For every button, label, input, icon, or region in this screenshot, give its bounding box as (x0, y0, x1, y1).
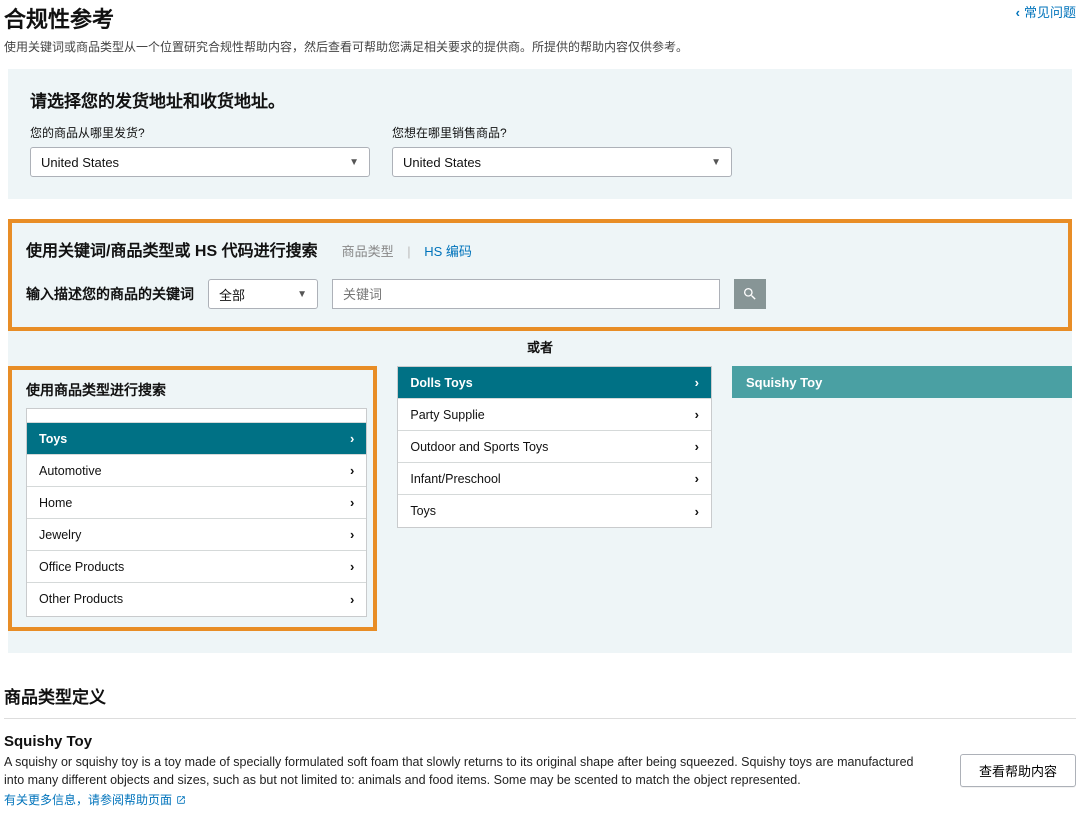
chevron-down-icon: ▼ (711, 157, 721, 168)
category-item-home[interactable]: Home › (27, 487, 366, 519)
tab-separator: | (407, 244, 410, 259)
subcategory-item-infant-preschool[interactable]: Infant/Preschool › (398, 463, 711, 495)
definitions-heading: 商品类型定义 (4, 683, 1076, 708)
more-info-link[interactable]: 有关更多信息，请参阅帮助页面 (4, 791, 186, 808)
chevron-right-icon: › (350, 559, 354, 574)
chevron-down-icon: ▼ (297, 289, 307, 300)
page-subtitle: 使用关键词或商品类型从一个位置研究合规性帮助内容，然后查看可帮助您满足相关要求的… (0, 34, 1080, 69)
subcategory-item-outdoor-sports-toys[interactable]: Outdoor and Sports Toys › (398, 431, 711, 463)
subcategory-label: Dolls Toys (410, 376, 472, 390)
location-panel: 请选择您的发货地址和收货地址。 您的商品从哪里发货? United States… (8, 69, 1072, 199)
ship-from-select[interactable]: United States ▼ (30, 147, 370, 177)
ship-from-value: United States (41, 155, 119, 170)
category-label: Home (39, 496, 72, 510)
sell-where-value: United States (403, 155, 481, 170)
chevron-right-icon: › (350, 527, 354, 542)
subcategory-label: Party Supplie (410, 408, 484, 422)
chevron-right-icon: › (350, 431, 354, 446)
selection-panel: Squishy Toy (732, 366, 1072, 631)
chevron-right-icon: › (350, 495, 354, 510)
category-label: Office Products (39, 560, 124, 574)
page-title: 合规性参考 (4, 2, 114, 34)
category-browse-box: 使用商品类型进行搜索 Toys › Automotive › Home › Je… (8, 366, 377, 631)
chevron-right-icon: › (695, 504, 699, 519)
tab-product-type[interactable]: 商品类型 (342, 244, 394, 259)
keyword-scope-value: 全部 (219, 285, 245, 304)
chevron-right-icon: › (695, 439, 699, 454)
search-icon (742, 286, 758, 302)
chevron-down-icon: ▼ (349, 157, 359, 168)
subcategory-item-toys[interactable]: Toys › (398, 495, 711, 527)
category-label: Automotive (39, 464, 102, 478)
subcategory-item-party-supplie[interactable]: Party Supplie › (398, 399, 711, 431)
view-help-button[interactable]: 查看帮助内容 (960, 754, 1076, 787)
category-list[interactable]: Toys › Automotive › Home › Jewelry › Off… (26, 408, 367, 617)
category-item-office-products[interactable]: Office Products › (27, 551, 366, 583)
tab-hs-code[interactable]: HS 编码 (424, 244, 472, 259)
subcategory-item-dolls-toys[interactable]: Dolls Toys › (398, 367, 711, 399)
ship-from-label: 您的商品从哪里发货? (30, 124, 370, 141)
keyword-input[interactable] (332, 279, 720, 309)
definitions-section: 商品类型定义 Squishy Toy A squishy or squishy … (0, 653, 1080, 820)
more-info-text: 有关更多信息，请参阅帮助页面 (4, 791, 172, 808)
search-heading: 使用关键词/商品类型或 HS 代码进行搜索 (26, 237, 318, 261)
external-link-icon (176, 795, 186, 805)
browse-heading: 使用商品类型进行搜索 (26, 380, 367, 400)
search-button[interactable] (734, 279, 766, 309)
category-item[interactable] (27, 409, 366, 423)
subcategory-panel: Dolls Toys › Party Supplie › Outdoor and… (397, 366, 712, 631)
chevron-right-icon: › (350, 463, 354, 478)
category-item-jewelry[interactable]: Jewelry › (27, 519, 366, 551)
subcategory-list: Dolls Toys › Party Supplie › Outdoor and… (397, 366, 712, 528)
subcategory-label: Toys (410, 504, 436, 518)
or-label: 或者 (8, 331, 1072, 366)
category-item-toys[interactable]: Toys › (27, 423, 366, 455)
faq-link[interactable]: 常见问题 (1016, 2, 1076, 21)
category-label: Toys (39, 432, 67, 446)
definition-body: A squishy or squishy toy is a toy made o… (4, 754, 930, 789)
keyword-search-box: 使用关键词/商品类型或 HS 代码进行搜索 商品类型 | HS 编码 输入描述您… (8, 219, 1072, 331)
keyword-row-label: 输入描述您的商品的关键词 (26, 284, 194, 304)
location-heading: 请选择您的发货地址和收货地址。 (30, 87, 1050, 112)
category-label: Jewelry (39, 528, 81, 542)
chevron-right-icon: › (350, 592, 354, 607)
subcategory-label: Infant/Preschool (410, 472, 500, 486)
subcategory-label: Outdoor and Sports Toys (410, 440, 548, 454)
chevron-right-icon: › (695, 375, 699, 390)
category-label: Other Products (39, 592, 123, 606)
selected-product-tag[interactable]: Squishy Toy (732, 366, 1072, 398)
chevron-right-icon: › (695, 407, 699, 422)
sell-where-label: 您想在哪里销售商品? (392, 124, 732, 141)
category-item-automotive[interactable]: Automotive › (27, 455, 366, 487)
definition-title: Squishy Toy (4, 733, 930, 750)
keyword-scope-select[interactable]: 全部 ▼ (208, 279, 318, 309)
category-item-other-products[interactable]: Other Products › (27, 583, 366, 615)
chevron-right-icon: › (695, 471, 699, 486)
sell-where-select[interactable]: United States ▼ (392, 147, 732, 177)
search-panel: 使用关键词/商品类型或 HS 代码进行搜索 商品类型 | HS 编码 输入描述您… (8, 219, 1072, 653)
